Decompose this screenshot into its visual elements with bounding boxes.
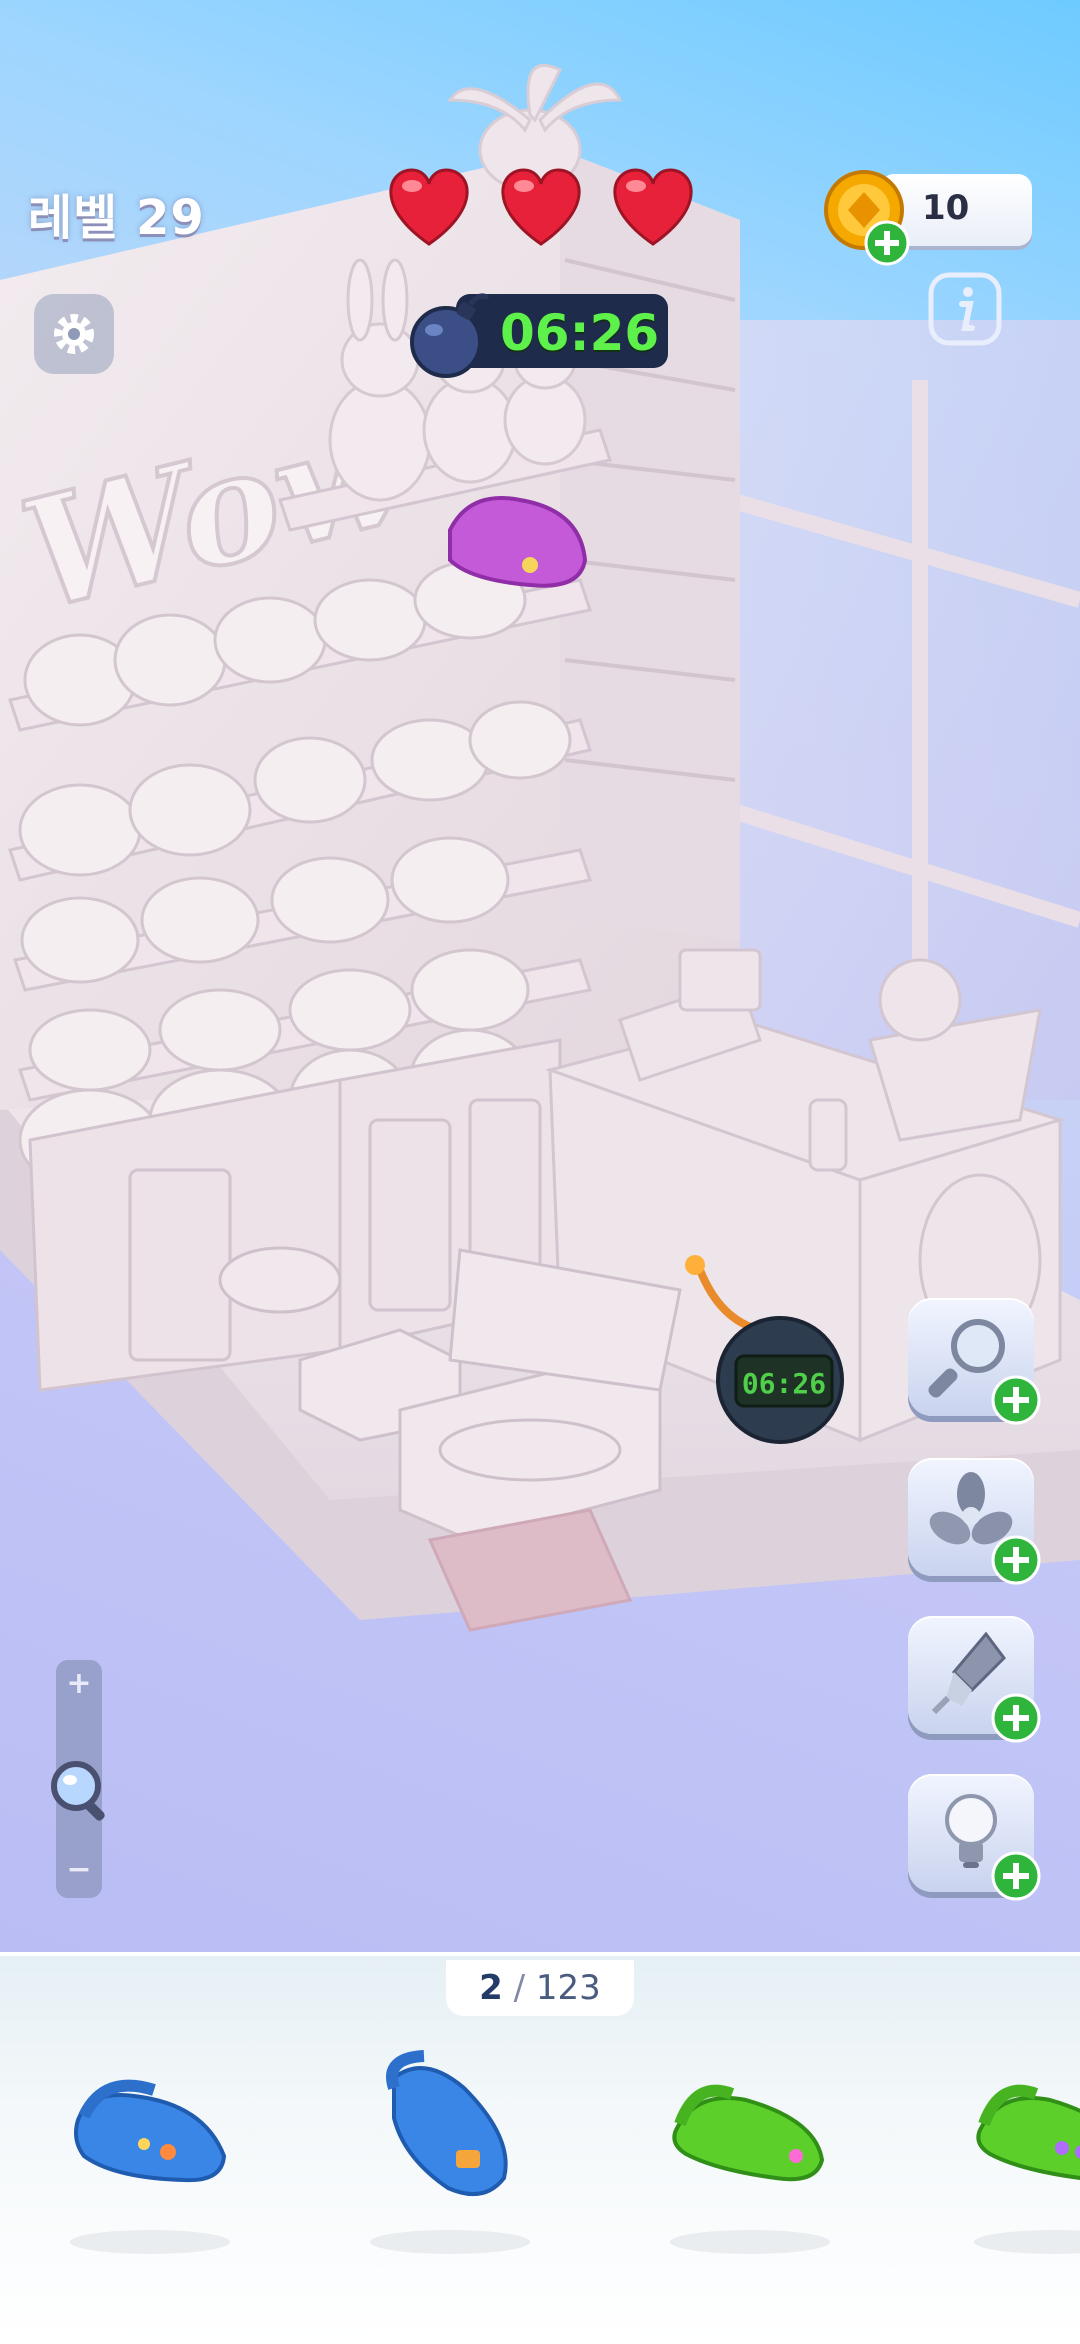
zoom-in-label[interactable]: +	[56, 1666, 102, 1701]
tray-item-green-clog[interactable]	[970, 2060, 1080, 2200]
add-powerup-icon[interactable]	[990, 1534, 1042, 1586]
countdown-timer: 06:26	[408, 290, 668, 378]
item-shadow	[670, 2230, 830, 2254]
bomb-icon	[410, 293, 490, 378]
game-scene[interactable]: Wow 06:26 레벨 29 10 06:26 + −	[0, 0, 1080, 1952]
coin-count: 10	[922, 188, 970, 228]
powerup-rocket-button[interactable]	[908, 1616, 1041, 1743]
settings-button[interactable]	[34, 294, 114, 374]
tray-item-blue-clog[interactable]	[64, 2060, 234, 2200]
item-shadow	[370, 2230, 530, 2254]
item-shadow	[70, 2230, 230, 2254]
heart-icon	[389, 168, 469, 246]
tray-item-green-clog[interactable]	[666, 2060, 836, 2200]
heart-icon	[613, 168, 693, 246]
heart-icon	[501, 168, 581, 246]
found-count: 2	[479, 1968, 503, 2008]
progress-counter: 2 / 123	[446, 1960, 634, 2016]
timer-text: 06:26	[500, 304, 660, 362]
progress-separator: /	[502, 1968, 536, 2008]
zoom-slider[interactable]: + −	[51, 1660, 105, 1898]
lives-hearts	[384, 168, 698, 248]
powerup-magnifier-button[interactable]	[908, 1298, 1041, 1425]
add-powerup-icon[interactable]	[990, 1692, 1042, 1744]
gear-icon	[54, 314, 94, 354]
add-powerup-icon[interactable]	[990, 1850, 1042, 1902]
add-coins-icon[interactable]	[864, 220, 910, 266]
zoom-handle-icon[interactable]	[48, 1758, 114, 1824]
zoom-out-label[interactable]: −	[56, 1852, 102, 1887]
bomb-display-text: 06:26	[742, 1367, 826, 1400]
coin-counter[interactable]: 10	[822, 170, 1034, 266]
tray-item-blue-clog[interactable]	[364, 2048, 534, 2208]
info-icon[interactable]	[928, 272, 1002, 346]
total-count: 123	[535, 1968, 601, 2008]
add-powerup-icon[interactable]	[990, 1374, 1042, 1426]
powerup-fan-button[interactable]	[908, 1458, 1041, 1585]
powerup-lightbulb-button[interactable]	[908, 1774, 1041, 1901]
level-label: 레벨 29	[28, 190, 205, 246]
